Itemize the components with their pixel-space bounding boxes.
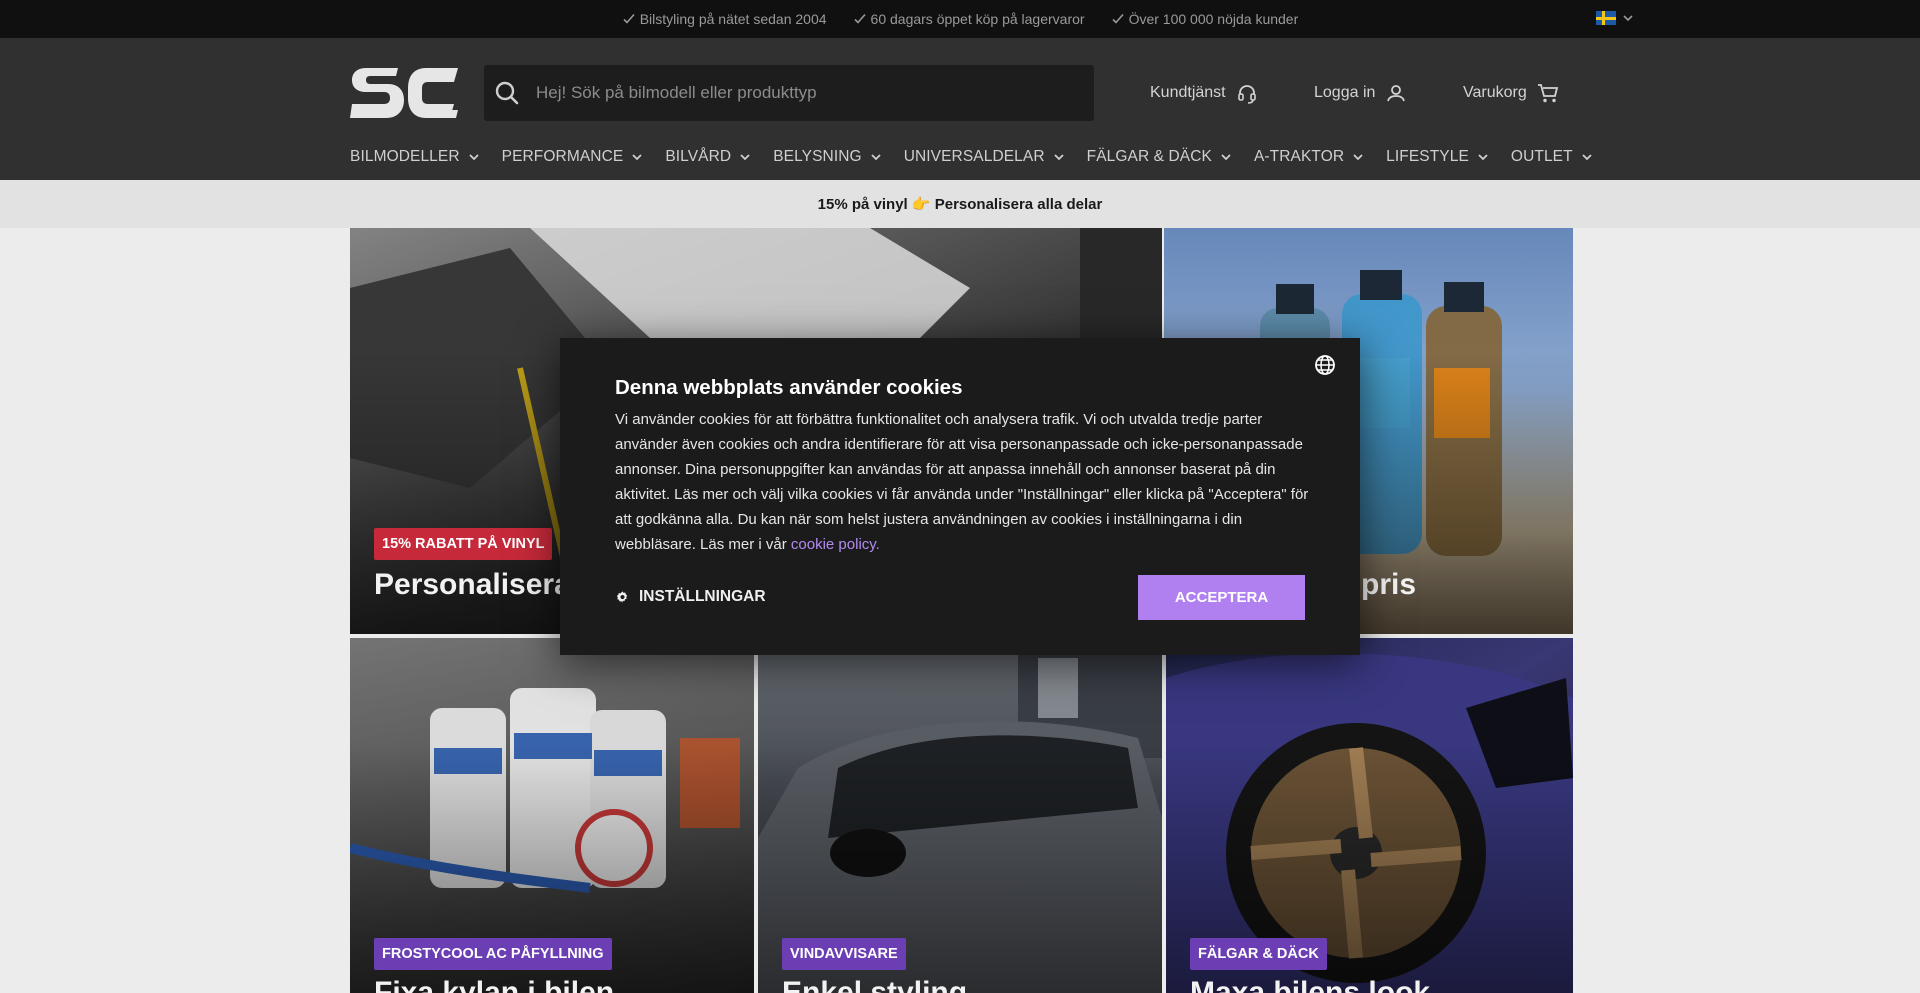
- cart-label: Varukorg: [1463, 84, 1527, 101]
- chevron-down-icon: [1582, 154, 1592, 161]
- nav-item-lifestyle[interactable]: LIFESTYLE: [1386, 148, 1489, 166]
- login-link[interactable]: Logga in: [1314, 82, 1407, 104]
- tile-title: Maxa bilens look: [1190, 976, 1431, 993]
- customer-service-label: Kundtjänst: [1150, 84, 1226, 101]
- user-icon: [1387, 85, 1406, 102]
- usp-text: Bilstyling på nätet sedan 2004: [639, 11, 827, 27]
- nav-item-falgar-dack[interactable]: FÄLGAR & DÄCK: [1087, 148, 1232, 166]
- chevron-down-icon: [1478, 154, 1488, 161]
- promo-tile-falgar[interactable]: FÄLGAR & DÄCK Maxa bilens look: [1166, 638, 1573, 993]
- check-icon: [623, 13, 635, 24]
- top-bar: Bilstyling på nätet sedan 2004 60 dagars…: [0, 0, 1920, 38]
- main-navigation: BILMODELLER PERFORMANCE BILVÅRD BELYSNIN…: [350, 148, 1615, 166]
- nav-item-label: UNIVERSALDELAR: [903, 148, 1045, 165]
- nav-item-a-traktor[interactable]: A-TRAKTOR: [1254, 148, 1364, 166]
- sc-logo[interactable]: [350, 66, 460, 120]
- search-icon[interactable]: [494, 80, 520, 106]
- tile-badge: FÄLGAR & DÄCK: [1190, 938, 1327, 970]
- nav-item-label: FÄLGAR & DÄCK: [1086, 148, 1212, 165]
- chevron-down-icon: [740, 154, 750, 161]
- nav-item-performance[interactable]: PERFORMANCE: [502, 148, 644, 166]
- nav-item-bilmodeller[interactable]: BILMODELLER: [350, 148, 480, 166]
- nav-item-bilvard[interactable]: BILVÅRD: [665, 148, 751, 166]
- cookie-accept-button[interactable]: ACCEPTERA: [1138, 575, 1305, 620]
- chevron-down-icon: [469, 154, 479, 161]
- tile-title: Personalisera: [374, 568, 571, 601]
- search-input[interactable]: [536, 83, 1056, 103]
- nav-item-label: A-TRAKTOR: [1253, 148, 1345, 165]
- usp-item: Över 100 000 nöjda kunder: [1111, 11, 1299, 27]
- chevron-down-icon: [1623, 15, 1633, 22]
- chevron-down-icon: [1054, 154, 1064, 161]
- customer-service-link[interactable]: Kundtjänst: [1150, 82, 1258, 104]
- check-icon: [853, 13, 866, 24]
- usp-text: 60 dagars öppet köp på lagervaror: [870, 11, 1085, 27]
- usp-item: Bilstyling på nätet sedan 2004: [622, 11, 827, 27]
- tile-badge: FROSTYCOOL AC PÅFYLLNING: [374, 938, 612, 970]
- sweden-flag-icon: [1596, 11, 1616, 25]
- headset-icon: [1237, 85, 1256, 104]
- promo-text: 15% på vinyl 👉 Personalisera alla delar: [817, 196, 1103, 213]
- cookie-consent-dialog: Denna webbplats använder cookies Vi anvä…: [560, 338, 1360, 655]
- cookie-title: Denna webbplats använder cookies: [615, 376, 963, 399]
- cart-link[interactable]: Varukorg: [1463, 82, 1559, 104]
- usp-item: 60 dagars öppet köp på lagervaror: [853, 11, 1085, 27]
- nav-item-universaldelar[interactable]: UNIVERSALDELAR: [904, 148, 1065, 166]
- nav-item-label: LIFESTYLE: [1386, 148, 1469, 165]
- cookie-policy-link[interactable]: cookie policy.: [791, 536, 880, 553]
- cookie-body-text: Vi använder cookies för att förbättra fu…: [615, 411, 1309, 553]
- search-bar[interactable]: [484, 65, 1094, 121]
- check-icon: [1112, 13, 1124, 24]
- chevron-down-icon: [632, 154, 642, 161]
- site-header: Kundtjänst Logga in Varukorg BILMODELLER…: [0, 38, 1920, 180]
- tile-title: Enkel styling: [782, 976, 968, 993]
- nav-item-outlet[interactable]: OUTLET: [1511, 148, 1593, 166]
- cookie-settings-button[interactable]: INSTÄLLNINGAR: [615, 588, 766, 606]
- nav-item-label: PERFORMANCE: [501, 148, 624, 165]
- language-selector[interactable]: [1596, 11, 1634, 25]
- login-label: Logga in: [1314, 84, 1376, 101]
- tile-badge: VINDAVVISARE: [782, 938, 906, 970]
- chevron-down-icon: [871, 154, 881, 161]
- cart-icon: [1537, 84, 1558, 103]
- gear-icon: [616, 590, 628, 603]
- promo-tile-frostycool[interactable]: FROSTYCOOL AC PÅFYLLNING Fixa kylan i bi…: [350, 638, 754, 993]
- nav-item-label: BILMODELLER: [350, 148, 460, 165]
- nav-item-label: BILVÅRD: [665, 148, 732, 165]
- nav-item-label: BELYSNING: [773, 148, 862, 165]
- tile-badge: 15% RABATT PÅ VINYL: [374, 528, 553, 560]
- chevron-down-icon: [1221, 154, 1231, 161]
- promo-bar[interactable]: 15% på vinyl 👉 Personalisera alla delar: [0, 180, 1920, 228]
- tile-title: Fixa kylan i bilen: [374, 976, 615, 993]
- chevron-down-icon: [1353, 154, 1363, 161]
- nav-item-belysning[interactable]: BELYSNING: [773, 148, 881, 166]
- nav-item-label: OUTLET: [1510, 148, 1573, 165]
- usp-text: Över 100 000 nöjda kunder: [1128, 11, 1299, 27]
- cookie-body: Vi använder cookies för att förbättra fu…: [615, 407, 1315, 557]
- cookie-settings-label: INSTÄLLNINGAR: [639, 588, 766, 605]
- promo-tile-vindavvisare[interactable]: VINDAVVISARE Enkel styling: [758, 638, 1162, 993]
- globe-icon[interactable]: [1314, 354, 1336, 376]
